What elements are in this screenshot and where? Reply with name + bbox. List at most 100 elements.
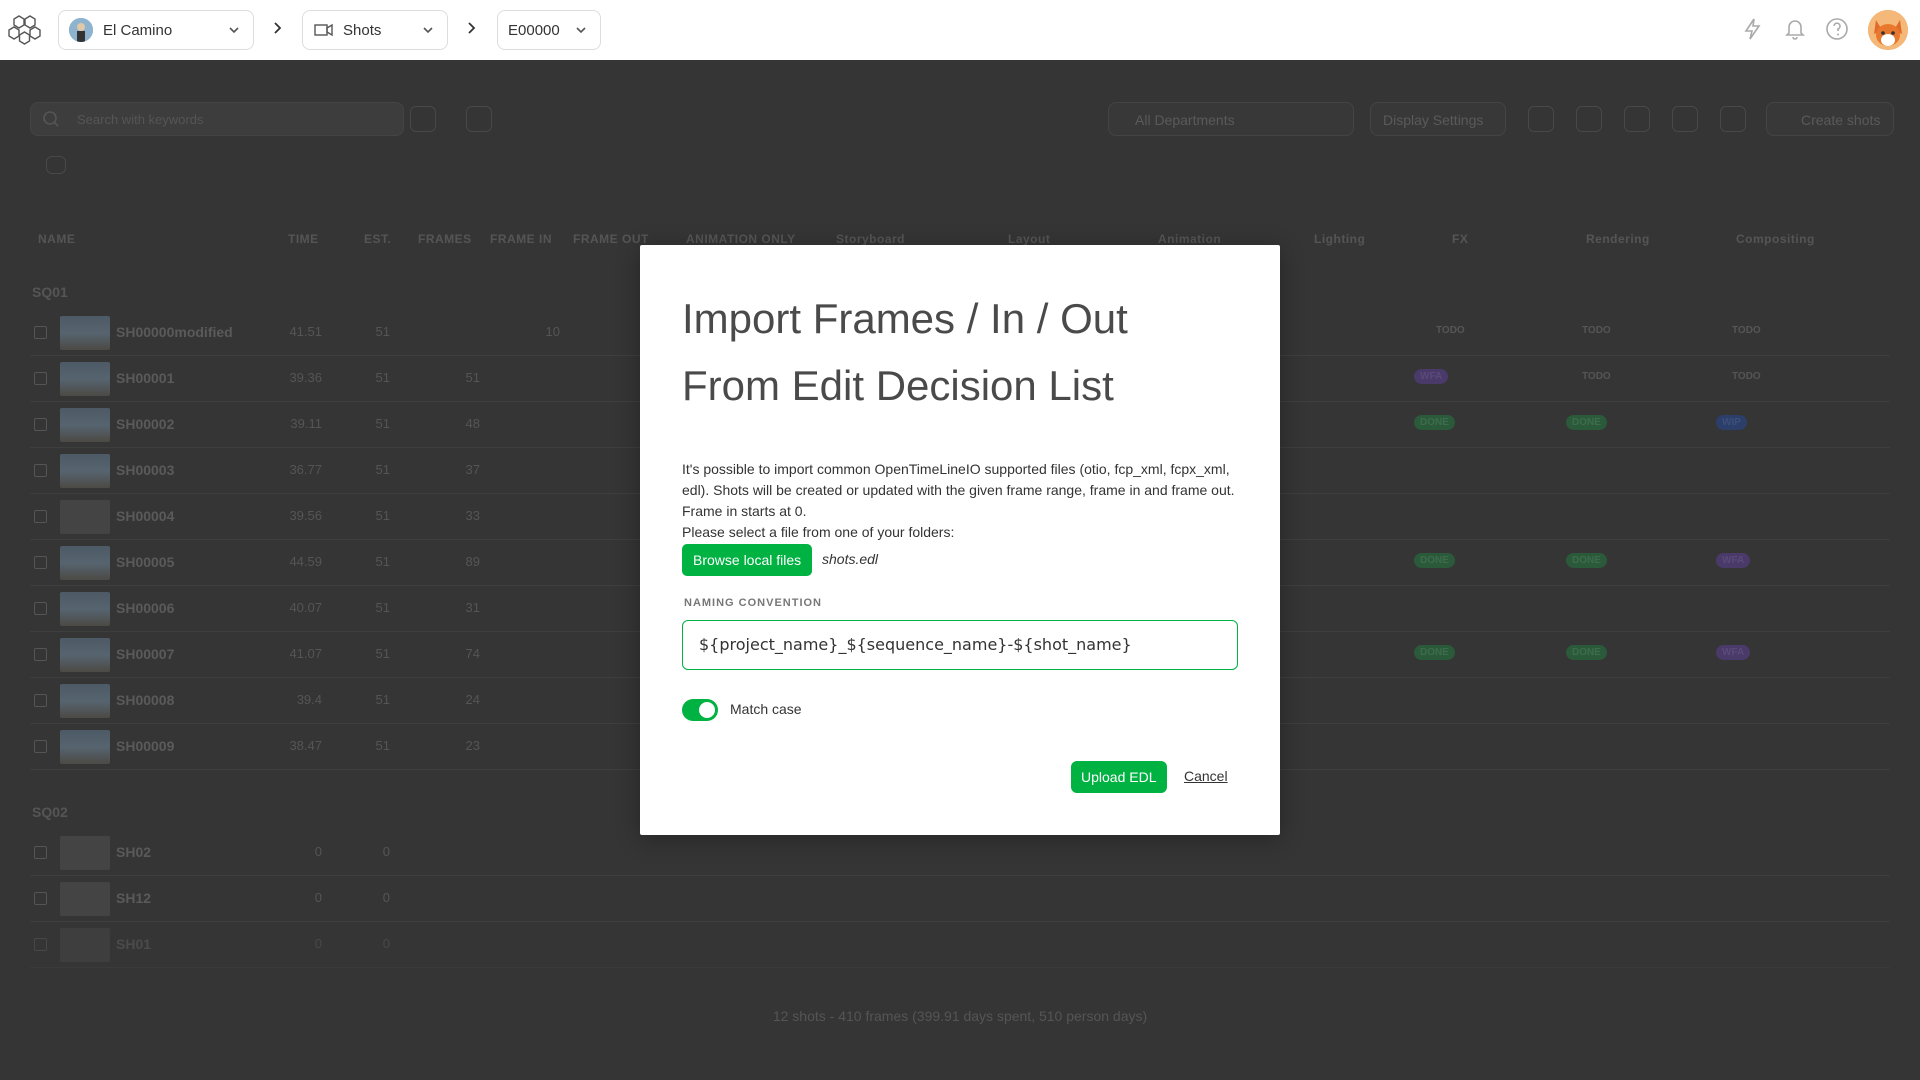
header-animation[interactable]: Animation	[1158, 232, 1221, 246]
status-badge[interactable]: DONE	[1566, 645, 1607, 660]
naming-convention-input[interactable]: ${project_name}_${sequence_name}-${shot_…	[682, 620, 1238, 670]
import-icon[interactable]	[1528, 106, 1554, 132]
shot-name[interactable]: SH02	[116, 844, 151, 860]
status-badge[interactable]: TODO	[1726, 369, 1767, 384]
header-time[interactable]: TIME	[288, 232, 319, 246]
header-name[interactable]: NAME	[38, 232, 75, 246]
user-avatar[interactable]	[1868, 10, 1908, 50]
save-search-icon[interactable]	[410, 106, 436, 132]
shot-thumbnail[interactable]	[60, 882, 110, 916]
header-animation-only[interactable]: ANIMATION ONLY	[686, 232, 796, 246]
status-badge[interactable]: WFA	[1414, 369, 1449, 384]
shot-thumbnail[interactable]	[60, 638, 110, 672]
status-badge[interactable]: TODO	[1576, 369, 1617, 384]
browse-local-files-button[interactable]: Browse local files	[682, 544, 813, 576]
shot-name[interactable]: SH12	[116, 890, 151, 906]
film-icon	[314, 23, 333, 37]
shot-est: 51	[375, 370, 390, 385]
search-input[interactable]: Search with keywords	[30, 102, 404, 136]
row-checkbox[interactable]	[34, 694, 47, 707]
row-checkbox[interactable]	[34, 418, 47, 431]
shot-thumbnail[interactable]	[60, 592, 110, 626]
match-case-toggle[interactable]	[682, 699, 718, 721]
status-badge[interactable]: TODO	[1576, 323, 1617, 338]
shot-name[interactable]: SH00009	[116, 738, 174, 754]
create-shots-button[interactable]: Create shots	[1766, 102, 1894, 136]
table-row[interactable]: SH02 0 0	[30, 830, 1890, 876]
status-badge[interactable]: WFA	[1716, 645, 1751, 660]
upload-edl-button[interactable]: Upload EDL	[1071, 761, 1167, 793]
shot-name[interactable]: SH01	[116, 936, 151, 952]
header-layout[interactable]: Layout	[1008, 232, 1050, 246]
shot-name[interactable]: SH00001	[116, 370, 174, 386]
status-badge[interactable]: DONE	[1414, 645, 1455, 660]
cancel-button[interactable]: Cancel	[1184, 768, 1228, 784]
project-selector[interactable]: El Camino	[58, 10, 254, 50]
episode-selector[interactable]: E00000	[497, 10, 601, 50]
section-selector[interactable]: Shots	[302, 10, 448, 50]
table-row[interactable]: SH01 0 0	[30, 922, 1890, 968]
shot-thumbnail[interactable]	[60, 730, 110, 764]
status-badge[interactable]: WIP	[1716, 415, 1747, 430]
shot-thumbnail[interactable]	[60, 684, 110, 718]
bell-icon[interactable]	[1782, 16, 1808, 42]
shot-name[interactable]: SH00006	[116, 600, 174, 616]
departments-dropdown[interactable]: All Departments	[1108, 102, 1354, 136]
shot-name[interactable]: SH00004	[116, 508, 174, 524]
status-badge[interactable]: WFA	[1716, 553, 1751, 568]
download-icon[interactable]	[1720, 106, 1746, 132]
shot-name[interactable]: SH00003	[116, 462, 174, 478]
header-rendering[interactable]: Rendering	[1586, 232, 1650, 246]
header-est[interactable]: EST.	[364, 232, 391, 246]
shot-name[interactable]: SH00005	[116, 554, 174, 570]
shot-thumbnail[interactable]	[60, 836, 110, 870]
shot-thumbnail[interactable]	[60, 362, 110, 396]
help-icon[interactable]	[1824, 16, 1850, 42]
shot-thumbnail[interactable]	[60, 316, 110, 350]
status-badge[interactable]: TODO	[1430, 323, 1471, 338]
status-badge[interactable]: DONE	[1566, 415, 1607, 430]
header-frame-in[interactable]: FRAME IN	[490, 232, 552, 246]
shot-thumbnail[interactable]	[60, 408, 110, 442]
shot-name[interactable]: SH00008	[116, 692, 174, 708]
row-checkbox[interactable]	[34, 602, 47, 615]
row-checkbox[interactable]	[34, 740, 47, 753]
header-lighting[interactable]: Lighting	[1314, 232, 1365, 246]
header-frames[interactable]: FRAMES	[418, 232, 472, 246]
header-frame-out[interactable]: FRAME OUT	[573, 232, 649, 246]
row-checkbox[interactable]	[34, 648, 47, 661]
shot-name[interactable]: SH00002	[116, 416, 174, 432]
shot-thumbnail[interactable]	[60, 454, 110, 488]
status-badge[interactable]: DONE	[1566, 553, 1607, 568]
header-storyboard[interactable]: Storyboard	[836, 232, 905, 246]
shot-thumbnail[interactable]	[60, 500, 110, 534]
shot-name[interactable]: SH00000modified	[116, 324, 233, 340]
row-checkbox[interactable]	[34, 892, 47, 905]
row-checkbox[interactable]	[34, 556, 47, 569]
status-badge[interactable]: TODO	[1726, 323, 1767, 338]
table-row[interactable]: SH12 0 0	[30, 876, 1890, 922]
folder-icon[interactable]	[46, 156, 66, 174]
row-checkbox[interactable]	[34, 938, 47, 951]
lightning-icon[interactable]	[1740, 16, 1766, 42]
shot-thumbnail[interactable]	[60, 928, 110, 962]
header-fx[interactable]: FX	[1452, 232, 1468, 246]
status-badge[interactable]: DONE	[1414, 553, 1455, 568]
shot-thumbnail[interactable]	[60, 546, 110, 580]
status-badge[interactable]: DONE	[1414, 415, 1455, 430]
csv-icon[interactable]	[1672, 106, 1698, 132]
row-checkbox[interactable]	[34, 846, 47, 859]
row-checkbox[interactable]	[34, 464, 47, 477]
filter-icon[interactable]	[466, 106, 492, 132]
modal-title: Import Frames / In / Out From Edit Decis…	[682, 285, 1242, 419]
export-icon[interactable]	[1576, 106, 1602, 132]
row-checkbox[interactable]	[34, 372, 47, 385]
edl-icon[interactable]	[1624, 106, 1650, 132]
header-compositing[interactable]: Compositing	[1736, 232, 1815, 246]
row-checkbox[interactable]	[34, 326, 47, 339]
row-checkbox[interactable]	[34, 510, 47, 523]
shot-name[interactable]: SH00007	[116, 646, 174, 662]
kitsu-logo-icon[interactable]	[8, 12, 44, 48]
shot-frames: 89	[465, 554, 480, 569]
display-settings-button[interactable]: Display Settings	[1370, 102, 1506, 136]
